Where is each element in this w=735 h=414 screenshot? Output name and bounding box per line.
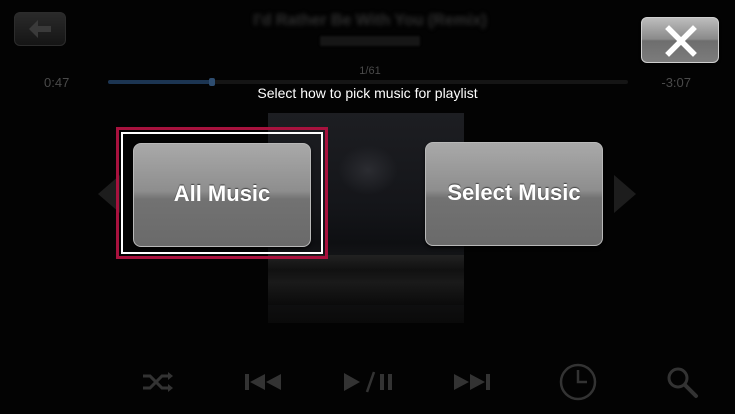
back-arrow-icon	[29, 20, 51, 38]
select-music-button[interactable]: Select Music	[425, 142, 603, 246]
close-x-icon	[665, 25, 697, 57]
album-art-shore	[268, 255, 464, 305]
next-album-arrow[interactable]	[614, 175, 636, 213]
previous-track-icon	[245, 374, 281, 390]
search-button[interactable]	[662, 360, 702, 404]
close-button[interactable]	[641, 17, 719, 63]
previous-track-button[interactable]	[243, 360, 283, 404]
album-art-sky	[338, 145, 398, 195]
play-pause-button[interactable]	[338, 360, 398, 404]
shuffle-icon	[143, 372, 173, 392]
shuffle-button[interactable]	[140, 360, 176, 404]
track-count: 1/61	[359, 65, 381, 77]
dialog-prompt: Select how to pick music for playlist	[257, 85, 478, 101]
all-music-button[interactable]: All Music	[133, 143, 311, 247]
progress-bar[interactable]	[108, 78, 628, 86]
search-icon	[667, 367, 698, 398]
playlist-pick-screen: I'd Rather Be With You (Remix) 1/61 0:47…	[0, 0, 735, 414]
back-button[interactable]	[14, 12, 66, 46]
progress-fill	[108, 80, 212, 84]
track-artist-placeholder	[320, 36, 420, 46]
timer-button[interactable]	[556, 360, 600, 404]
next-track-button[interactable]	[452, 360, 492, 404]
playback-controls	[0, 360, 735, 404]
music-player-background: I'd Rather Be With You (Remix) 1/61 0:47…	[0, 0, 735, 414]
next-track-icon	[454, 374, 490, 390]
play-pause-icon	[344, 371, 392, 393]
track-title: I'd Rather Be With You (Remix)	[253, 12, 487, 29]
clock-icon	[559, 363, 597, 401]
